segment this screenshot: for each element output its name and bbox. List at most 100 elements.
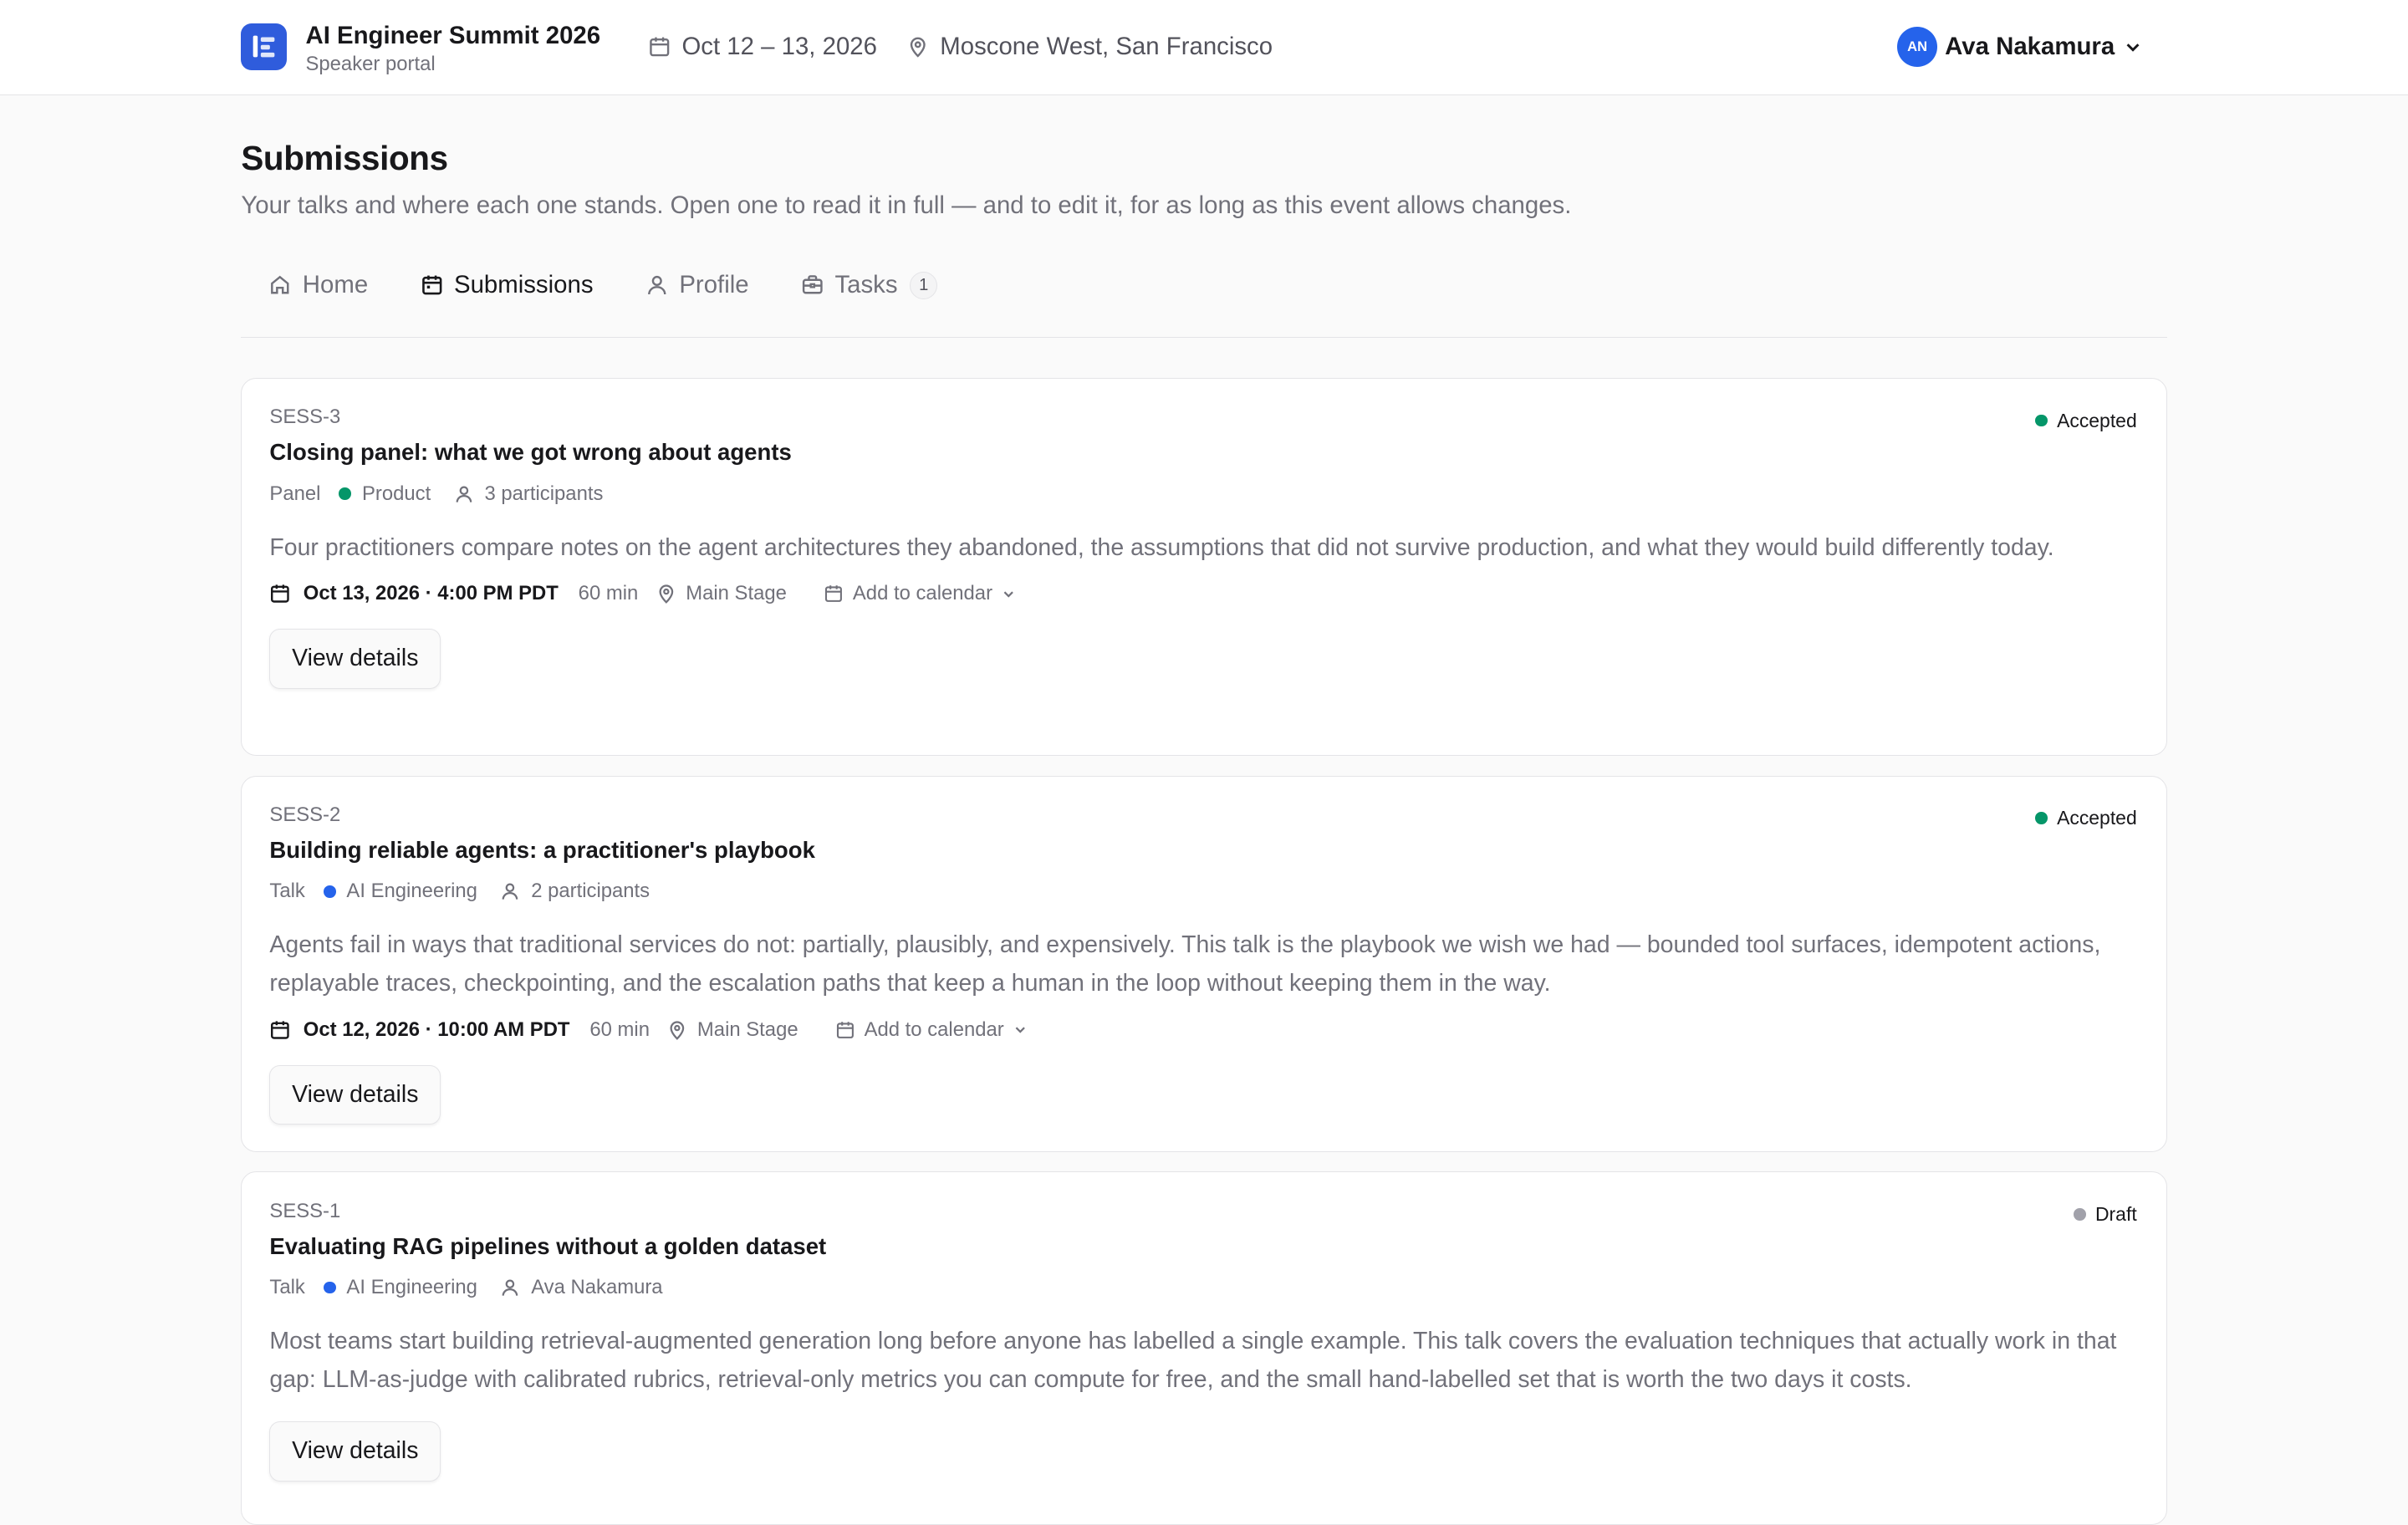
- status-label: Accepted: [2057, 807, 2137, 829]
- session-participants: 3 participants: [484, 482, 604, 505]
- tab-bar: Home Submissions Profile Tasks 1: [241, 255, 2167, 339]
- tasks-count-badge: 1: [910, 271, 938, 299]
- submission-card-body: SESS-3 Closing panel: what we got wrong …: [269, 405, 2138, 689]
- page-description: Your talks and where each one stands. Op…: [241, 191, 1572, 219]
- event-name: AI Engineer Summit 2026: [305, 21, 601, 49]
- status-dot-icon: [2074, 1208, 2086, 1221]
- session-abstract: Agents fail in ways that traditional ser…: [269, 931, 2101, 997]
- session-track: AI Engineering: [346, 880, 477, 903]
- tab-home[interactable]: Home: [268, 263, 368, 309]
- session-room: Main Stage: [656, 582, 787, 605]
- tab-tasks[interactable]: Tasks 1: [801, 263, 938, 309]
- calendar-icon: [269, 583, 291, 604]
- status-badge: Draft: [2074, 1203, 2137, 1226]
- user-menu-button[interactable]: AN Ava Nakamura: [1897, 27, 2142, 67]
- session-duration: 60 min: [578, 581, 639, 604]
- session-schedule: Oct 13, 2026 · 4:00 PM PDT 60 min Main S…: [269, 579, 2138, 609]
- top-header: AI Engineer Summit 2026 Speaker portal O…: [0, 0, 2408, 95]
- user-icon: [645, 273, 669, 297]
- portal-label: Speaker portal: [305, 52, 436, 75]
- session-date: Oct 13, 2026 · 4:00 PM PDT: [303, 581, 559, 604]
- session-room-label: Main Stage: [696, 1018, 798, 1041]
- session-type: Talk: [269, 880, 305, 903]
- tab-profile-label: Profile: [679, 271, 749, 299]
- event-venue-text: Moscone West, San Francisco: [940, 33, 1273, 61]
- main-content: Submissions Your talks and where each on…: [241, 95, 2167, 339]
- session-schedule: Oct 12, 2026 · 10:00 AM PDT 60 min Main …: [269, 1014, 2138, 1045]
- add-to-calendar-label: Add to calendar: [852, 581, 993, 604]
- map-pin-icon: [656, 583, 677, 604]
- event-dates: Oct 12 – 13, 2026: [648, 33, 877, 61]
- chevron-down-icon: [2124, 38, 2142, 56]
- session-duration: 60 min: [589, 1018, 650, 1041]
- briefcase-icon: [801, 273, 824, 297]
- calendar-icon: [835, 1020, 855, 1040]
- status-label: Draft: [2094, 1203, 2137, 1226]
- view-details-button[interactable]: View details: [269, 629, 441, 689]
- user-icon: [454, 484, 474, 504]
- user-icon: [500, 1278, 520, 1298]
- tab-submissions-label: Submissions: [453, 271, 594, 299]
- add-to-calendar-dropdown[interactable]: Add to calendar: [835, 1018, 1028, 1042]
- session-date: Oct 12, 2026 · 10:00 AM PDT: [303, 1018, 570, 1041]
- view-details-button[interactable]: View details: [269, 1064, 441, 1125]
- tab-submissions[interactable]: Submissions: [421, 263, 594, 309]
- user-name: Ava Nakamura: [1945, 33, 2115, 61]
- brand-text: AI Engineer Summit 2026 Speaker portal: [305, 22, 600, 77]
- session-type: Panel: [269, 482, 321, 505]
- track-dot-icon: [339, 487, 352, 500]
- add-to-calendar-label: Add to calendar: [864, 1018, 1004, 1041]
- session-type: Talk: [269, 1276, 305, 1299]
- session-tags: Talk AI Engineering Ava Nakamura: [269, 1275, 2138, 1299]
- add-to-calendar-dropdown[interactable]: Add to calendar: [824, 582, 1016, 605]
- session-room-label: Main Stage: [686, 581, 787, 604]
- session-title: Evaluating RAG pipelines without a golde…: [269, 1233, 827, 1260]
- session-track: AI Engineering: [346, 1276, 477, 1299]
- chevron-down-icon: [1013, 1023, 1028, 1037]
- session-tags: Panel Product 3 participants: [269, 482, 2138, 506]
- calendar-icon: [824, 584, 844, 604]
- submission-card: SESS-2 Building reliable agents: a pract…: [241, 775, 2167, 1152]
- map-pin-icon: [666, 1019, 688, 1041]
- session-track: Product: [362, 482, 431, 505]
- tab-tasks-label: Tasks: [834, 271, 898, 299]
- avatar: AN: [1897, 27, 1937, 67]
- session-id: SESS-2: [269, 803, 341, 826]
- submission-card: SESS-3 Closing panel: what we got wrong …: [241, 377, 2167, 756]
- session-id: SESS-1: [269, 1199, 341, 1222]
- tab-home-label: Home: [302, 271, 369, 299]
- session-room: Main Stage: [666, 1018, 798, 1042]
- status-dot-icon: [2035, 414, 2048, 427]
- submission-card-body: SESS-2 Building reliable agents: a pract…: [269, 803, 2138, 1125]
- track-dot-icon: [323, 1281, 336, 1294]
- session-title: Building reliable agents: a practitioner…: [269, 837, 815, 864]
- session-title: Closing panel: what we got wrong about a…: [269, 439, 792, 466]
- event-dates-text: Oct 12 – 13, 2026: [681, 33, 877, 61]
- map-pin-icon: [906, 35, 930, 59]
- status-badge: Accepted: [2035, 409, 2137, 432]
- page-title: Submissions: [241, 139, 448, 178]
- session-tags: Talk AI Engineering 2 participants: [269, 880, 2138, 904]
- session-speaker: Ava Nakamura: [531, 1276, 663, 1299]
- header-inner: AI Engineer Summit 2026 Speaker portal O…: [241, 0, 2166, 94]
- submission-card: SESS-1 Evaluating RAG pipelines without …: [241, 1171, 2167, 1525]
- event-venue: Moscone West, San Francisco: [906, 33, 1273, 61]
- status-dot-icon: [2035, 812, 2048, 825]
- session-participants: 2 participants: [531, 880, 650, 903]
- status-badge: Accepted: [2035, 807, 2137, 829]
- submission-card-body: SESS-1 Evaluating RAG pipelines without …: [269, 1199, 2138, 1482]
- track-dot-icon: [323, 885, 336, 898]
- user-icon: [500, 881, 520, 901]
- session-abstract: Four practitioners compare notes on the …: [269, 533, 2054, 561]
- calendar-icon: [648, 35, 671, 59]
- chevron-down-icon: [1002, 587, 1016, 601]
- event-meta: Oct 12 – 13, 2026 Moscone West, San Fran…: [648, 33, 1302, 61]
- calendar-icon: [269, 1019, 291, 1041]
- status-label: Accepted: [2057, 409, 2137, 431]
- view-details-button[interactable]: View details: [269, 1420, 441, 1482]
- session-abstract: Most teams start building retrieval-augm…: [269, 1328, 2117, 1394]
- home-icon: [268, 273, 292, 297]
- tab-profile[interactable]: Profile: [645, 263, 749, 309]
- session-id: SESS-3: [269, 405, 341, 429]
- calendar-icon: [421, 273, 444, 297]
